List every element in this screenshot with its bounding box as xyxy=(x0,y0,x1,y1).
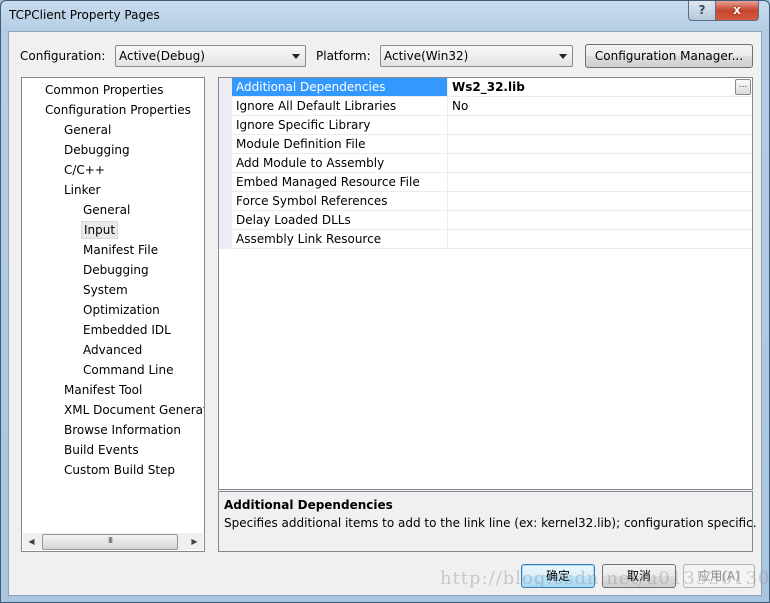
scroll-right-arrow-icon[interactable]: ▶ xyxy=(186,533,203,550)
tree-item[interactable]: Configuration Properties xyxy=(43,101,193,119)
tree-item[interactable]: XML Document Generat xyxy=(62,401,204,419)
configuration-label: Configuration: xyxy=(20,49,106,63)
tree-item[interactable]: System xyxy=(81,281,130,299)
description-title: Additional Dependencies xyxy=(224,498,393,512)
tree-item[interactable]: Debugging xyxy=(81,261,151,279)
property-name[interactable]: Add Module to Assembly xyxy=(232,154,448,172)
chevron-down-icon xyxy=(292,54,300,59)
description-text: Specifies additional items to add to the… xyxy=(224,516,757,530)
property-row[interactable]: Embed Managed Resource File xyxy=(232,173,752,192)
tree-item[interactable]: Command Line xyxy=(81,361,176,379)
tree-item[interactable]: Debugging xyxy=(62,141,132,159)
tree-item[interactable]: Advanced xyxy=(81,341,144,359)
property-name[interactable]: Delay Loaded DLLs xyxy=(232,211,448,229)
property-row[interactable]: Force Symbol References xyxy=(232,192,752,211)
chevron-down-icon xyxy=(559,54,567,59)
tree-item[interactable]: Common Properties xyxy=(43,81,166,99)
property-row[interactable]: Ignore All Default Libraries No xyxy=(232,97,752,116)
tree-item[interactable]: Manifest Tool xyxy=(62,381,144,399)
title-bar: TCPClient Property Pages ? x xyxy=(1,1,769,31)
tree-item[interactable]: General xyxy=(81,201,132,219)
platform-label: Platform: xyxy=(316,49,371,63)
tree-item[interactable]: Build Events xyxy=(62,441,141,459)
property-row[interactable]: Ignore Specific Library xyxy=(232,116,752,135)
close-icon: x xyxy=(733,3,741,17)
platform-dropdown[interactable]: Active(Win32) xyxy=(380,45,573,67)
property-name[interactable]: Module Definition File xyxy=(232,135,448,153)
property-row[interactable]: Module Definition File xyxy=(232,135,752,154)
property-row[interactable]: Assembly Link Resource xyxy=(232,230,752,249)
configuration-manager-button[interactable]: Configuration Manager... xyxy=(585,44,753,68)
property-row[interactable]: Delay Loaded DLLs xyxy=(232,211,752,230)
tree-item[interactable]: Manifest File xyxy=(81,241,160,259)
property-pages-window: TCPClient Property Pages ? x Configurati… xyxy=(0,0,770,603)
property-row[interactable]: Add Module to Assembly xyxy=(232,154,752,173)
tree-item[interactable]: C/C++ xyxy=(62,161,107,179)
property-value[interactable]: Ws2_32.lib xyxy=(449,78,752,96)
property-value[interactable] xyxy=(449,230,752,248)
tree-item[interactable]: Linker xyxy=(62,181,102,199)
property-name[interactable]: Force Symbol References xyxy=(232,192,448,210)
property-name[interactable]: Additional Dependencies xyxy=(232,78,448,96)
property-value[interactable]: No xyxy=(449,97,752,115)
property-row[interactable]: Additional Dependencies Ws2_32.lib... xyxy=(232,78,752,97)
tree-item[interactable]: Custom Build Step xyxy=(62,461,177,479)
configuration-value: Active(Debug) xyxy=(119,49,205,63)
property-name[interactable]: Embed Managed Resource File xyxy=(232,173,448,191)
property-value[interactable] xyxy=(449,154,752,172)
property-name[interactable]: Ignore All Default Libraries xyxy=(232,97,448,115)
property-value[interactable] xyxy=(449,192,752,210)
help-icon: ? xyxy=(698,3,706,17)
platform-value: Active(Win32) xyxy=(384,49,469,63)
tree-item[interactable]: Embedded IDL xyxy=(81,321,173,339)
property-grid: Additional Dependencies Ws2_32.lib... Igno… xyxy=(218,77,753,490)
scroll-thumb[interactable]: III xyxy=(42,534,178,550)
dialog-client-area: Configuration: Active(Debug) Platform: A… xyxy=(8,31,762,596)
grid-gutter xyxy=(219,78,232,249)
description-panel: Additional Dependencies Specifies additi… xyxy=(218,491,757,552)
property-tree: Common Properties Configuration Propertie… xyxy=(21,77,205,552)
property-value[interactable] xyxy=(449,135,752,153)
tree-item[interactable]: Optimization xyxy=(81,301,162,319)
close-button[interactable]: x xyxy=(715,1,759,21)
property-name[interactable]: Ignore Specific Library xyxy=(232,116,448,134)
help-button[interactable]: ? xyxy=(688,1,716,21)
property-value[interactable] xyxy=(449,211,752,229)
property-value[interactable] xyxy=(449,116,752,134)
configuration-dropdown[interactable]: Active(Debug) xyxy=(115,45,306,67)
edit-ellipsis-button[interactable]: ... xyxy=(735,79,751,95)
window-title: TCPClient Property Pages xyxy=(9,8,160,22)
watermark-text: http://blog.csdn.net/u013530130 xyxy=(440,568,770,589)
property-name[interactable]: Assembly Link Resource xyxy=(232,230,448,248)
scroll-left-arrow-icon[interactable]: ◀ xyxy=(23,533,40,550)
tree-item[interactable]: Input xyxy=(81,221,119,239)
horizontal-scrollbar[interactable]: ◀ III ▶ xyxy=(23,533,203,550)
tree-item[interactable]: General xyxy=(62,121,113,139)
property-value[interactable] xyxy=(449,173,752,191)
tree-item[interactable]: Browse Information xyxy=(62,421,183,439)
